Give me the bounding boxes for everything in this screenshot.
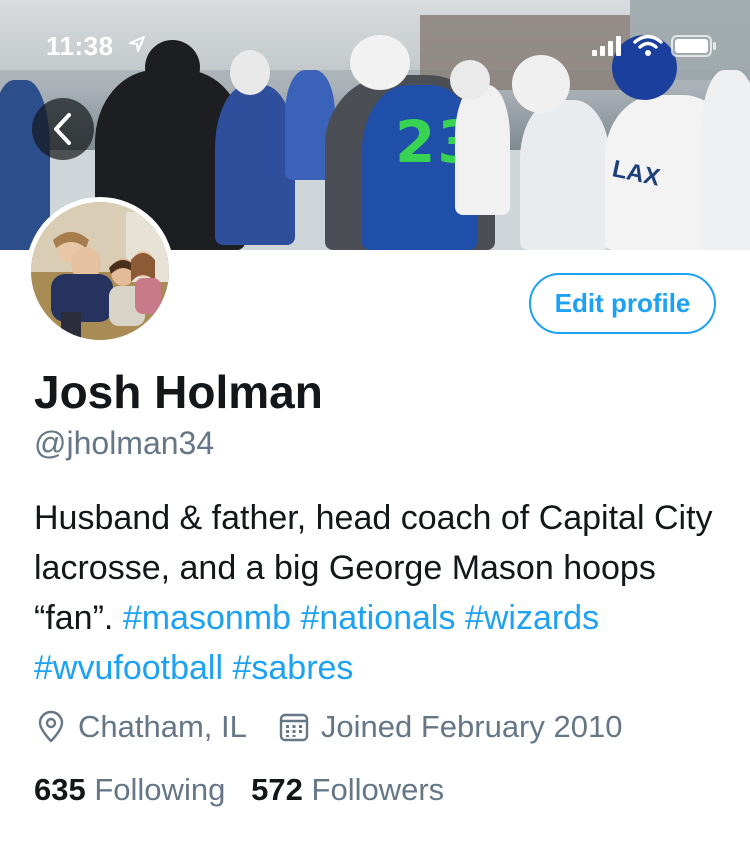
profile-bio: Husband & father, head coach of Capital …: [34, 493, 734, 693]
followers-label: Followers: [311, 772, 445, 807]
profile-name: Josh Holman: [34, 366, 323, 418]
followers-link[interactable]: 572 Followers: [251, 772, 444, 807]
status-bar: 11:38: [0, 0, 750, 90]
banner-player: [215, 85, 295, 245]
hashtag-link[interactable]: #sabres: [232, 649, 353, 687]
following-label: Following: [94, 772, 226, 807]
hashtag-link[interactable]: #wvufootball: [34, 649, 223, 687]
edit-profile-button[interactable]: Edit profile: [529, 273, 716, 334]
status-time: 11:38: [46, 31, 114, 61]
wifi-icon: [633, 34, 663, 56]
hashtag-link[interactable]: #masonmb: [123, 599, 291, 637]
banner-player: [520, 100, 610, 250]
back-button[interactable]: [32, 98, 94, 160]
profile-joined-date: Joined February 2010: [320, 709, 623, 744]
following-count: 635: [34, 772, 86, 807]
signal-icon: [592, 36, 621, 56]
banner-player: [455, 85, 510, 215]
followers-count: 572: [251, 772, 303, 807]
chevron-left-icon: [54, 113, 71, 145]
follow-counts: 635 Following 572 Followers: [34, 772, 444, 808]
hashtag-link[interactable]: #wizards: [465, 599, 599, 637]
profile-avatar[interactable]: [26, 197, 174, 345]
battery-icon: [671, 35, 716, 57]
following-link[interactable]: 635 Following: [34, 772, 225, 807]
profile-location: Chatham, IL: [78, 709, 247, 744]
avatar-photo: [31, 202, 169, 340]
location-pin-icon: [38, 710, 64, 743]
hashtag-link[interactable]: #nationals: [300, 599, 455, 637]
banner-player: [700, 70, 750, 250]
location-arrow-icon: [129, 36, 145, 52]
calendar-icon: [279, 713, 309, 742]
profile-meta: Chatham, IL Joined February 2010: [34, 705, 622, 749]
profile-handle: @jholman34: [34, 425, 215, 461]
